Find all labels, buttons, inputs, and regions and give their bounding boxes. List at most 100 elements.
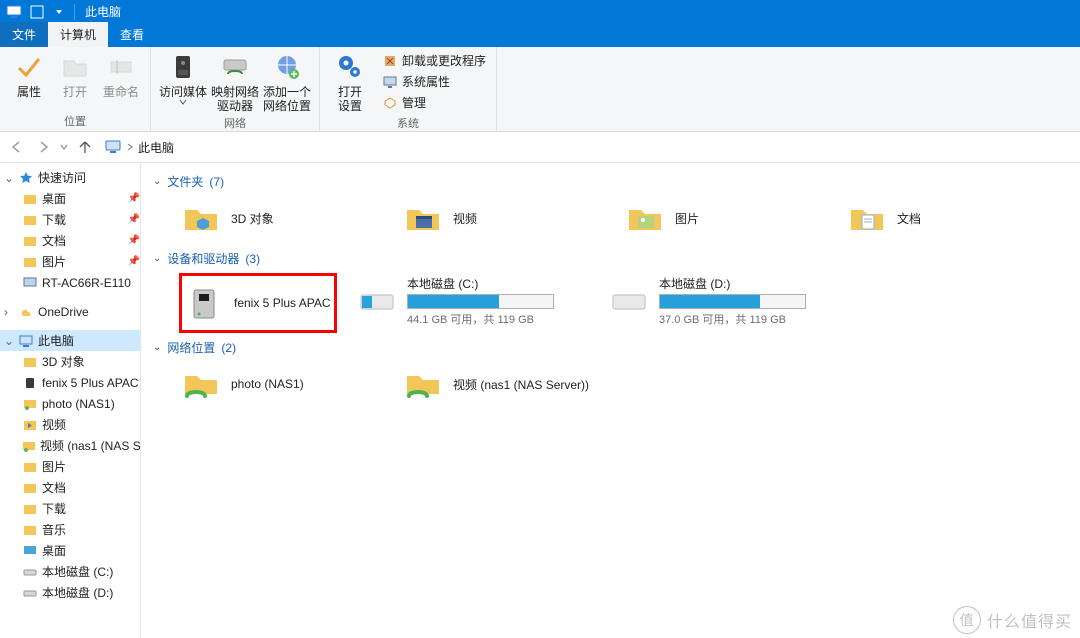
tree-fenix[interactable]: fenix 5 Plus APAC xyxy=(0,372,140,393)
folder-pictures-icon xyxy=(625,198,665,238)
documents-icon xyxy=(22,480,38,496)
ribbon-group-system-label: 系统 xyxy=(326,113,490,133)
drive-caption: 44.1 GB 可用，共 119 GB xyxy=(407,311,554,327)
qat-properties-icon[interactable] xyxy=(26,1,48,23)
tree-drive-d[interactable]: 本地磁盘 (D:) xyxy=(0,582,140,603)
network-photo[interactable]: photo (NAS1) xyxy=(179,362,383,406)
tab-view[interactable]: 查看 xyxy=(108,22,156,47)
tree-quick-access[interactable]: ⌄ 快速访问 xyxy=(0,167,140,188)
chevron-down-icon[interactable]: ⌄ xyxy=(4,334,14,348)
tree-videos-nas[interactable]: 视频 (nas1 (NAS Se xyxy=(0,435,140,456)
breadcrumb[interactable]: 此电脑 xyxy=(138,139,174,156)
videos-icon xyxy=(22,417,38,433)
chevron-right-icon[interactable]: › xyxy=(4,305,14,319)
tree-quick-documents[interactable]: 文档📌 xyxy=(0,230,140,251)
drive-caption: 37.0 GB 可用，共 119 GB xyxy=(659,311,806,327)
checkmark-icon xyxy=(13,51,45,83)
add-network-location-button[interactable]: 添加一个 网络位置 xyxy=(261,49,313,113)
chevron-down-icon[interactable]: ⌄ xyxy=(4,171,14,185)
folder-icon xyxy=(22,254,38,270)
navigation-pane[interactable]: ⌄ 快速访问 桌面 📌 下载📌 文档📌 图片 📌 RT-AC66R-E110 › O… xyxy=(0,163,141,638)
ribbon-tabs: 文件 计算机 查看 xyxy=(0,23,1080,47)
folder-videos[interactable]: 视频 xyxy=(401,196,605,240)
pin-icon: 📌 xyxy=(128,256,140,267)
uninstall-programs-button[interactable]: 卸载或更改程序 xyxy=(378,51,490,70)
title-bar: 此电脑 xyxy=(0,0,1080,23)
pictures-icon xyxy=(22,459,38,475)
tree-item-label: 本地磁盘 (D:) xyxy=(42,584,113,601)
tree-desktop2[interactable]: 桌面 xyxy=(0,540,140,561)
folder-documents[interactable]: 文档 xyxy=(845,196,1049,240)
tree-quick-router[interactable]: RT-AC66R-E110 xyxy=(0,272,140,293)
folder-pictures[interactable]: 图片 xyxy=(623,196,827,240)
tree-photo-nas[interactable]: photo (NAS1) xyxy=(0,393,140,414)
item-label: 3D 对象 xyxy=(231,210,274,227)
content-pane[interactable]: ⌄ 文件夹 (7) 3D 对象 视频 图片 文档 ⌄ xyxy=(141,163,1080,638)
back-button[interactable] xyxy=(4,134,30,160)
forward-button[interactable] xyxy=(30,134,56,160)
folder-icon xyxy=(22,212,38,228)
tree-drive-c[interactable]: 本地磁盘 (C:) xyxy=(0,561,140,582)
watermark: 值 什么值得买 xyxy=(953,606,1072,634)
map-network-drive-button[interactable]: 映射网络 驱动器 xyxy=(209,49,261,113)
drive-d[interactable]: 本地磁盘 (D:) 37.0 GB 可用，共 119 GB xyxy=(607,273,841,329)
chevron-down-icon: ⌄ xyxy=(153,342,161,353)
qat-dropdown-icon[interactable] xyxy=(48,1,70,23)
computer-icon xyxy=(22,275,38,291)
group-body-network: photo (NAS1) 视频 (nas1 (NAS Server)) xyxy=(179,362,1076,412)
tree-onedrive[interactable]: › OneDrive xyxy=(0,301,140,322)
folder-3d-icon xyxy=(181,198,221,238)
tree-music[interactable]: 音乐 xyxy=(0,519,140,540)
tree-quick-downloads[interactable]: 下载📌 xyxy=(0,209,140,230)
ribbon-group-network-label: 网络 xyxy=(157,113,313,133)
device-fenix[interactable]: fenix 5 Plus APAC xyxy=(179,273,337,333)
group-header-network[interactable]: ⌄ 网络位置 (2) xyxy=(153,339,1076,356)
rename-button[interactable]: 重命名 xyxy=(98,49,144,99)
recent-locations-button[interactable] xyxy=(56,134,72,160)
local-disk-icon xyxy=(357,281,397,321)
address-bar[interactable]: 此电脑 xyxy=(104,138,174,156)
nav-bar: 此电脑 xyxy=(0,132,1080,163)
ribbon: 属性 打开 重命名 位置 访问媒体 xyxy=(0,47,1080,132)
network-video[interactable]: 视频 (nas1 (NAS Server)) xyxy=(401,362,605,406)
watermark-badge-icon: 值 xyxy=(953,606,981,634)
tree-this-pc[interactable]: ⌄ 此电脑 xyxy=(0,330,140,351)
group-header-folders[interactable]: ⌄ 文件夹 (7) xyxy=(153,173,1076,190)
item-label: 视频 xyxy=(453,210,477,227)
folder-videos-icon xyxy=(403,198,443,238)
tab-computer[interactable]: 计算机 xyxy=(48,22,108,47)
open-button[interactable]: 打开 xyxy=(52,49,98,99)
tree-item-label: 桌面 xyxy=(42,190,66,207)
tree-item-label: 文档 xyxy=(42,479,66,496)
open-folder-icon xyxy=(59,51,91,83)
item-label: 图片 xyxy=(675,210,699,227)
pin-icon: 📌 xyxy=(128,193,140,204)
tree-item-label: 3D 对象 xyxy=(42,353,85,370)
access-media-button[interactable]: 访问媒体 xyxy=(157,49,209,105)
onedrive-icon xyxy=(18,304,34,320)
tree-videos[interactable]: 视频 xyxy=(0,414,140,435)
tree-documents2[interactable]: 文档 xyxy=(0,477,140,498)
local-disk-icon xyxy=(609,281,649,321)
music-icon xyxy=(22,522,38,538)
tree-pictures2[interactable]: 图片 xyxy=(0,456,140,477)
properties-button[interactable]: 属性 xyxy=(6,49,52,99)
group-header-devices[interactable]: ⌄ 设备和驱动器 (3) xyxy=(153,250,1076,267)
network-drive-icon xyxy=(219,51,251,83)
drive-c[interactable]: 本地磁盘 (C:) 44.1 GB 可用，共 119 GB xyxy=(355,273,589,329)
tree-quick-desktop[interactable]: 桌面 📌 xyxy=(0,188,140,209)
manage-button[interactable]: 管理 xyxy=(378,93,490,112)
system-properties-button[interactable]: 系统属性 xyxy=(378,72,490,91)
tree-quick-pictures[interactable]: 图片 📌 xyxy=(0,251,140,272)
item-label: 视频 (nas1 (NAS Server)) xyxy=(453,376,589,393)
folder-3d-objects[interactable]: 3D 对象 xyxy=(179,196,383,240)
open-settings-button[interactable]: 打开 设置 xyxy=(326,49,374,113)
tree-downloads2[interactable]: 下载 xyxy=(0,498,140,519)
tree-3d-objects[interactable]: 3D 对象 xyxy=(0,351,140,372)
tree-item-label: 桌面 xyxy=(42,542,66,559)
tree-item-label: 图片 xyxy=(42,253,66,270)
this-pc-icon xyxy=(18,333,34,349)
tree-item-label: 下载 xyxy=(42,211,66,228)
tab-file[interactable]: 文件 xyxy=(0,22,48,47)
up-button[interactable] xyxy=(72,134,98,160)
